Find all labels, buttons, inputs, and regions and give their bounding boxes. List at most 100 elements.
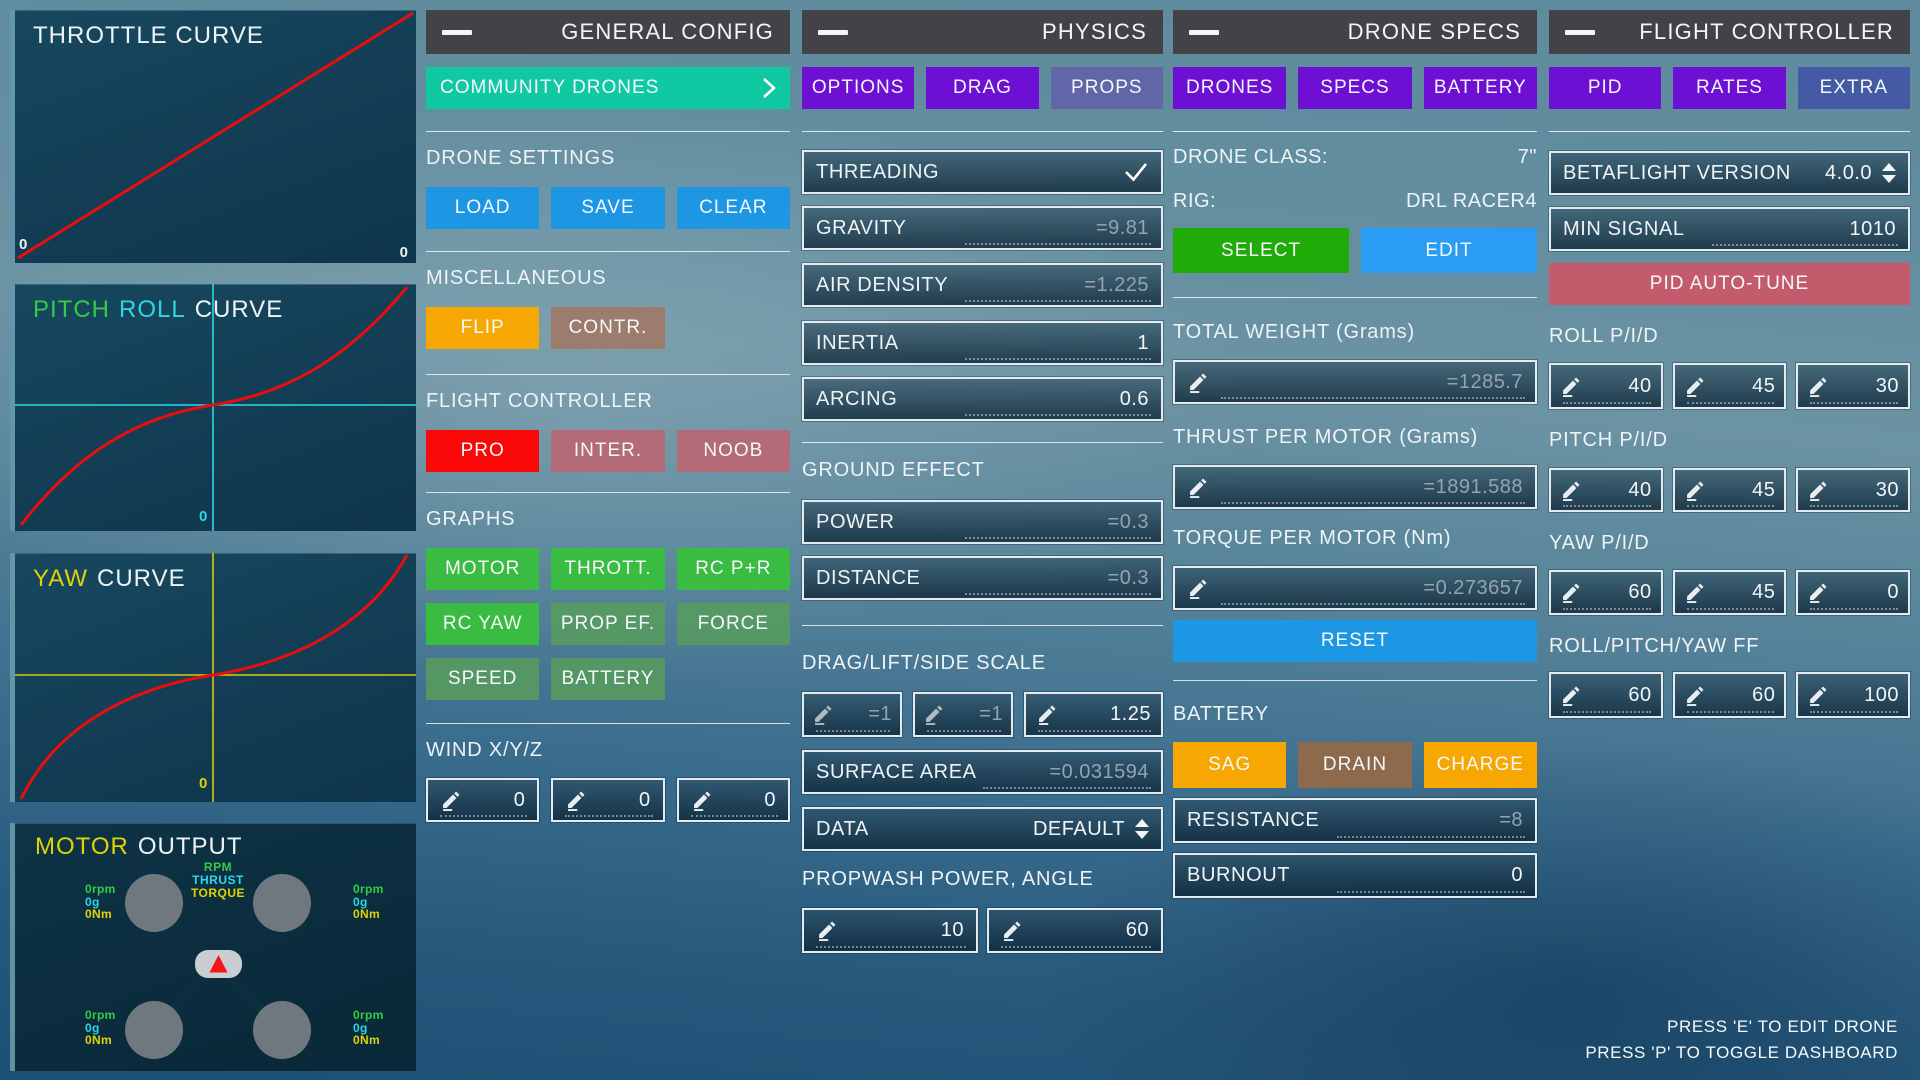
betaflight-version-select[interactable]: BETAFLIGHT VERSION4.0.0 [1549, 151, 1910, 195]
graph-throttle-button[interactable]: THROTT. [551, 548, 664, 590]
tab-specs[interactable]: SPECS [1298, 67, 1411, 109]
propwash-power-input[interactable]: 10 [802, 908, 978, 953]
motor-4-disc [253, 1001, 311, 1059]
throttle-zero-right-label: 0 [400, 244, 408, 261]
drone-specs-header: DRONE SPECS [1173, 10, 1537, 54]
edit-pencil-icon [1187, 372, 1208, 393]
pitch-i-input[interactable]: 45 [1673, 468, 1787, 512]
drag-scale-input[interactable]: =1 [802, 692, 902, 737]
throttle-curve-title: THROTTLE CURVE [33, 22, 273, 50]
roll-d-input[interactable]: 30 [1796, 363, 1910, 409]
graph-rc-yaw-button[interactable]: RC YAW [426, 603, 539, 645]
tab-rates[interactable]: RATES [1673, 67, 1785, 109]
graph-prop-efficiency-button[interactable]: PROP EF. [551, 603, 664, 645]
air-density-field[interactable]: AIR DENSITY=1.225 [802, 263, 1163, 307]
tab-drag[interactable]: DRAG [926, 67, 1038, 109]
minimize-icon[interactable] [442, 30, 472, 35]
gravity-field[interactable]: GRAVITY=9.81 [802, 206, 1163, 250]
minimize-icon[interactable] [818, 30, 848, 35]
community-drones-label: COMMUNITY DRONES [440, 77, 659, 99]
edit-pencil-icon [1807, 376, 1828, 397]
propwash-angle-input[interactable]: 60 [987, 908, 1163, 953]
edit-pencil-icon [565, 790, 586, 811]
min-signal-field[interactable]: MIN SIGNAL1010 [1549, 207, 1910, 251]
sag-button[interactable]: SAG [1173, 742, 1286, 788]
edit-pencil-icon [1684, 480, 1705, 501]
wind-x-input[interactable]: 0 [426, 778, 539, 822]
graph-motor-button[interactable]: MOTOR [426, 548, 539, 590]
wind-z-input[interactable]: 0 [677, 778, 790, 822]
edit-pencil-icon [1560, 480, 1581, 501]
ff-yaw-input[interactable]: 100 [1796, 672, 1910, 718]
pitch-p-input[interactable]: 40 [1549, 468, 1663, 512]
stepper-arrows-icon[interactable] [1135, 819, 1149, 839]
arcing-field[interactable]: ARCING0.6 [802, 377, 1163, 421]
edit-pencil-icon [1001, 920, 1022, 941]
reset-button[interactable]: RESET [1173, 620, 1537, 662]
graph-rc-pitch-roll-button[interactable]: RC P+R [677, 548, 790, 590]
yaw-p-input[interactable]: 60 [1549, 570, 1663, 615]
flight-controller-panel: FLIGHT CONTROLLER PID RATES EXTRA BETAFL… [1549, 10, 1910, 718]
edit-pencil-icon [440, 790, 461, 811]
save-button[interactable]: SAVE [551, 187, 664, 229]
pitch-roll-curve-panel: PITCHROLLCURVE 0 [10, 284, 416, 531]
clear-button[interactable]: CLEAR [677, 187, 790, 229]
ff-pitch-input[interactable]: 60 [1673, 672, 1787, 718]
tab-props[interactable]: PROPS [1051, 67, 1163, 109]
yaw-i-input[interactable]: 45 [1673, 570, 1787, 615]
select-drone-button[interactable]: SELECT [1173, 228, 1349, 273]
tab-extra[interactable]: EXTRA [1798, 67, 1910, 109]
lift-scale-input[interactable]: =1 [913, 692, 1013, 737]
edit-pencil-icon [1807, 582, 1828, 603]
data-select[interactable]: DATADEFAULT [802, 807, 1163, 851]
noob-button[interactable]: NOOB [677, 430, 790, 472]
ff-roll-input[interactable]: 60 [1549, 672, 1663, 718]
minimize-icon[interactable] [1189, 30, 1219, 35]
total-weight-input[interactable]: =1285.7 [1173, 360, 1537, 404]
contr-button[interactable]: CONTR. [551, 307, 664, 349]
torque-per-motor-label: TORQUE PER MOTOR (Nm) [1173, 527, 1537, 550]
graph-battery-button[interactable]: BATTERY [551, 658, 664, 700]
resistance-field[interactable]: RESISTANCE=8 [1173, 798, 1537, 843]
roll-i-input[interactable]: 45 [1673, 363, 1787, 409]
surface-area-field[interactable]: SURFACE AREA=0.031594 [802, 750, 1163, 794]
edit-pencil-icon [1187, 477, 1208, 498]
edit-pencil-icon [923, 704, 944, 725]
throttle-curve-panel: THROTTLE CURVE 0 0 [10, 10, 416, 263]
charge-button[interactable]: CHARGE [1424, 742, 1537, 788]
thrust-per-motor-input[interactable]: =1891.588 [1173, 465, 1537, 509]
tab-battery[interactable]: BATTERY [1424, 67, 1537, 109]
ground-power-field[interactable]: POWER=0.3 [802, 500, 1163, 544]
motor-word: MOTOR [35, 833, 129, 860]
yaw-d-input[interactable]: 0 [1796, 570, 1910, 615]
general-config-header: GENERAL CONFIG [426, 10, 790, 54]
graph-speed-button[interactable]: SPEED [426, 658, 539, 700]
graph-force-button[interactable]: FORCE [677, 603, 790, 645]
ground-effect-label: GROUND EFFECT [802, 459, 1163, 482]
tab-drones[interactable]: DRONES [1173, 67, 1286, 109]
inertia-field[interactable]: INERTIA1 [802, 321, 1163, 365]
pitch-d-input[interactable]: 30 [1796, 468, 1910, 512]
wind-y-input[interactable]: 0 [551, 778, 664, 822]
edit-pencil-icon [812, 704, 833, 725]
burnout-field[interactable]: BURNOUT0 [1173, 853, 1537, 898]
ground-distance-field[interactable]: DISTANCE=0.3 [802, 556, 1163, 600]
inter-button[interactable]: INTER. [551, 430, 664, 472]
edit-pencil-icon [1560, 582, 1581, 603]
edit-drone-button[interactable]: EDIT [1361, 228, 1537, 273]
tab-pid[interactable]: PID [1549, 67, 1661, 109]
flip-button[interactable]: FLIP [426, 307, 539, 349]
torque-per-motor-input[interactable]: =0.273657 [1173, 566, 1537, 610]
load-button[interactable]: LOAD [426, 187, 539, 229]
roll-p-input[interactable]: 40 [1549, 363, 1663, 409]
pid-auto-tune-button[interactable]: PID AUTO-TUNE [1549, 263, 1910, 305]
drain-button[interactable]: DRAIN [1298, 742, 1411, 788]
side-scale-input[interactable]: 1.25 [1024, 692, 1163, 737]
threading-toggle[interactable]: THREADING [802, 150, 1163, 194]
stepper-arrows-icon[interactable] [1882, 163, 1896, 183]
pro-button[interactable]: PRO [426, 430, 539, 472]
community-drones-button[interactable]: COMMUNITY DRONES [426, 67, 790, 109]
minimize-icon[interactable] [1565, 30, 1595, 35]
tab-options[interactable]: OPTIONS [802, 67, 914, 109]
panel-title: PHYSICS [1042, 19, 1147, 45]
